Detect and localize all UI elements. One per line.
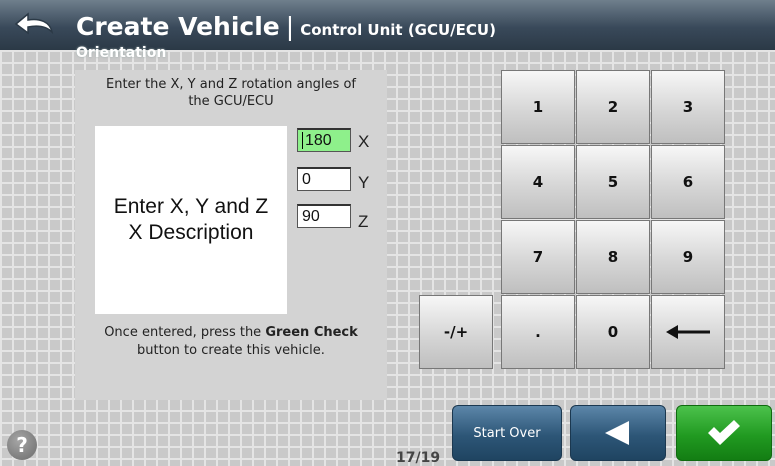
description-line-2: X Description — [128, 221, 254, 244]
instruction-line-2: the GCU/ECU — [188, 94, 274, 109]
confirm-check-button[interactable] — [676, 405, 772, 461]
x-angle-input[interactable]: 180 — [297, 128, 351, 152]
header-bar: Create Vehicle | Control Unit (GCU/ECU) — [0, 0, 775, 50]
left-triangle-icon — [605, 421, 629, 445]
description-box: Enter X, Y and Z X Description — [95, 126, 287, 314]
x-axis-label: X — [358, 132, 370, 151]
key-0[interactable]: 0 — [576, 295, 650, 369]
title-subtitle: Control Unit (GCU/ECU) — [300, 21, 496, 39]
key-5[interactable]: 5 — [576, 145, 650, 219]
footer-text-pre: Once entered, press the — [104, 325, 266, 340]
y-angle-value: 0 — [302, 171, 311, 188]
z-angle-value: 90 — [302, 208, 320, 225]
key-1[interactable]: 1 — [501, 70, 575, 144]
key-8[interactable]: 8 — [576, 220, 650, 294]
backspace-arrow-icon — [666, 325, 710, 339]
footer-line-1: Once entered, press the Green Check — [75, 324, 387, 342]
section-title: Orientation — [76, 45, 167, 61]
z-angle-input[interactable]: 90 — [297, 204, 351, 228]
key-6[interactable]: 6 — [651, 145, 725, 219]
z-axis-label: Z — [358, 212, 369, 231]
page-indicator: 17/19 — [396, 450, 441, 466]
key-9[interactable]: 9 — [651, 220, 725, 294]
y-angle-input[interactable]: 0 — [297, 167, 351, 191]
backspace-key[interactable] — [651, 295, 725, 369]
help-icon[interactable]: ? — [7, 430, 37, 460]
footer-instruction: Once entered, press the Green Check butt… — [75, 324, 387, 360]
key-3[interactable]: 3 — [651, 70, 725, 144]
instruction-text: Enter the X, Y and Z rotation angles of … — [75, 76, 387, 110]
footer-text-bold: Green Check — [265, 325, 358, 340]
start-over-button[interactable]: Start Over — [452, 405, 562, 461]
page-title: Create Vehicle | Control Unit (GCU/ECU) — [76, 14, 496, 43]
instruction-line-1: Enter the X, Y and Z rotation angles of — [106, 77, 356, 92]
footer-line-2: button to create this vehicle. — [137, 343, 325, 358]
description-line-1: Enter X, Y and Z — [113, 195, 269, 218]
y-axis-label: Y — [358, 173, 370, 192]
title-main: Create Vehicle — [76, 12, 280, 41]
key-2[interactable]: 2 — [576, 70, 650, 144]
decimal-key[interactable]: . — [501, 295, 575, 369]
back-arrow-icon[interactable] — [10, 8, 60, 42]
x-angle-value: 180 — [305, 132, 332, 149]
sign-toggle-key[interactable]: -/+ — [419, 295, 493, 369]
key-4[interactable]: 4 — [501, 145, 575, 219]
key-7[interactable]: 7 — [501, 220, 575, 294]
text-cursor — [302, 132, 303, 150]
checkmark-icon — [708, 420, 740, 445]
previous-button[interactable] — [570, 405, 666, 461]
title-separator: | — [285, 12, 295, 41]
